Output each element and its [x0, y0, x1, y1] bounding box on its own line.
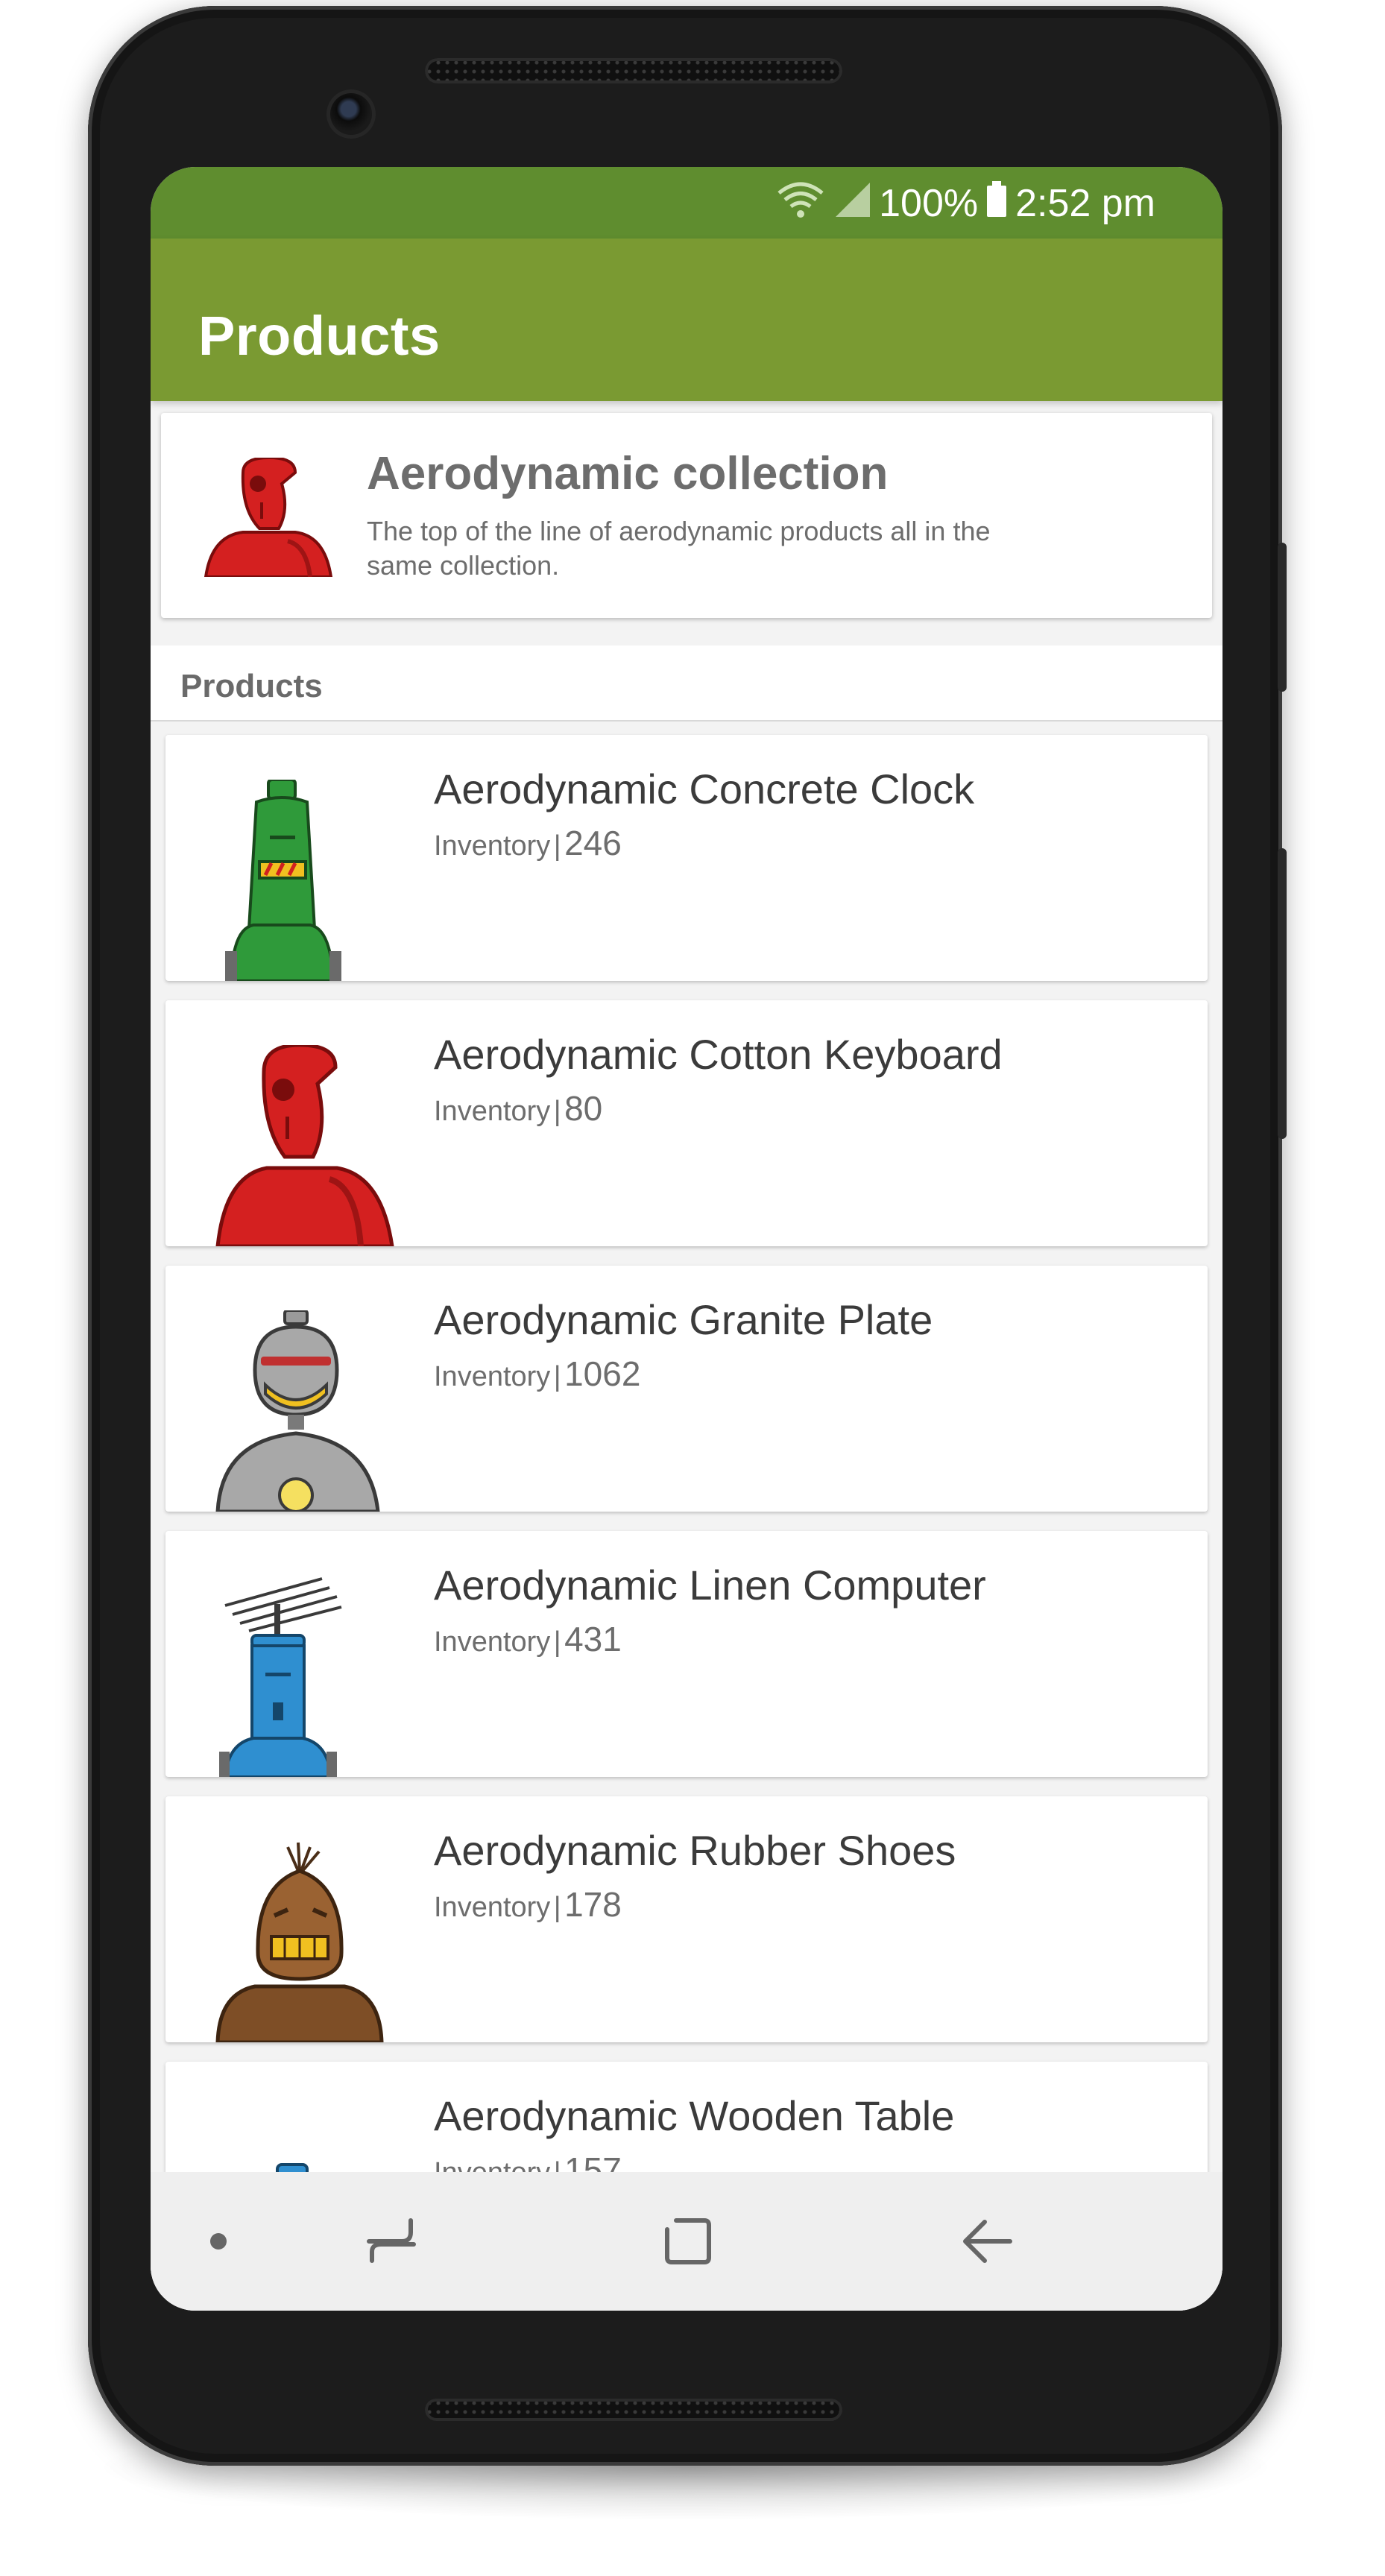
brown-robot-icon	[210, 1841, 397, 2042]
inventory-separator: |	[553, 1096, 561, 1127]
page-title: Products	[198, 305, 441, 367]
dot-icon[interactable]	[177, 2200, 259, 2282]
battery-icon	[985, 180, 1008, 228]
front-camera	[326, 89, 376, 139]
navigation-bar	[151, 2172, 1222, 2311]
inventory-separator: |	[553, 1892, 561, 1923]
product-name: Aerodynamic Linen Computer	[434, 1562, 986, 1609]
product-name: Aerodynamic Granite Plate	[434, 1296, 933, 1343]
inventory-separator: |	[553, 1626, 561, 1658]
section-label: Products	[180, 668, 323, 704]
inventory-separator: |	[553, 830, 561, 862]
inventory-label: Inventory	[434, 830, 551, 862]
inventory-label: Inventory	[434, 1096, 551, 1127]
product-card[interactable]: Aerodynamic Cotton Keyboard Inventory | …	[165, 1000, 1208, 1246]
top-speaker	[425, 58, 842, 83]
section-header: Products	[151, 645, 1222, 722]
side-button-power	[1278, 543, 1287, 692]
product-name: Aerodynamic Concrete Clock	[434, 765, 975, 812]
recents-icon[interactable]	[350, 2200, 432, 2282]
signal-icon	[834, 180, 871, 228]
product-inventory: Inventory | 1062	[434, 1354, 640, 1394]
app-bar: Products	[151, 239, 1222, 401]
side-button-volume	[1278, 848, 1287, 1139]
inventory-value: 1062	[564, 1354, 641, 1393]
product-card[interactable]: Aerodynamic Rubber Shoes Inventory | 178	[165, 1796, 1208, 2042]
product-name: Aerodynamic Rubber Shoes	[434, 1827, 956, 1874]
green-robot-icon	[210, 778, 397, 981]
collection-card[interactable]: Aerodynamic collection The top of the li…	[161, 413, 1212, 618]
red-robot-icon	[210, 1043, 397, 1246]
red-robot-icon	[198, 455, 333, 578]
product-inventory: Inventory | 246	[434, 823, 622, 863]
inventory-separator: |	[553, 1361, 561, 1392]
product-inventory: Inventory | 178	[434, 1884, 622, 1925]
product-card[interactable]: Aerodynamic Granite Plate Inventory | 10…	[165, 1266, 1208, 1512]
home-icon[interactable]	[647, 2200, 729, 2282]
inventory-label: Inventory	[434, 1892, 551, 1923]
product-card[interactable]: Aerodynamic Linen Computer Inventory | 4…	[165, 1531, 1208, 1777]
product-inventory: Inventory | 431	[434, 1619, 622, 1659]
inventory-label: Inventory	[434, 1626, 551, 1658]
product-name: Aerodynamic Cotton Keyboard	[434, 1031, 1003, 1078]
blue-antenna-robot-icon	[210, 1576, 397, 1777]
battery-percent: 100%	[879, 182, 979, 225]
content-area: Aerodynamic collection The top of the li…	[151, 401, 1222, 2311]
product-inventory: Inventory | 80	[434, 1088, 602, 1128]
clock: 2:52 pm	[1015, 182, 1155, 225]
back-icon[interactable]	[947, 2200, 1029, 2282]
screen: 100% 2:52 pm Products Aerodynamic collec…	[151, 167, 1222, 2311]
inventory-value: 178	[564, 1885, 622, 1924]
inventory-label: Inventory	[434, 1361, 551, 1392]
inventory-value: 80	[564, 1089, 603, 1128]
status-bar: 100% 2:52 pm	[151, 167, 1222, 239]
inventory-value: 246	[564, 824, 622, 862]
bottom-speaker	[425, 2399, 842, 2421]
product-name: Aerodynamic Wooden Table	[434, 2092, 955, 2139]
wifi-icon	[774, 178, 827, 230]
collection-description: The top of the line of aerodynamic produ…	[367, 516, 991, 581]
inventory-value: 431	[564, 1620, 622, 1658]
collection-title: Aerodynamic collection	[367, 448, 889, 499]
gray-robot-icon	[210, 1309, 397, 1512]
product-card[interactable]: Aerodynamic Concrete Clock Inventory | 2…	[165, 735, 1208, 981]
